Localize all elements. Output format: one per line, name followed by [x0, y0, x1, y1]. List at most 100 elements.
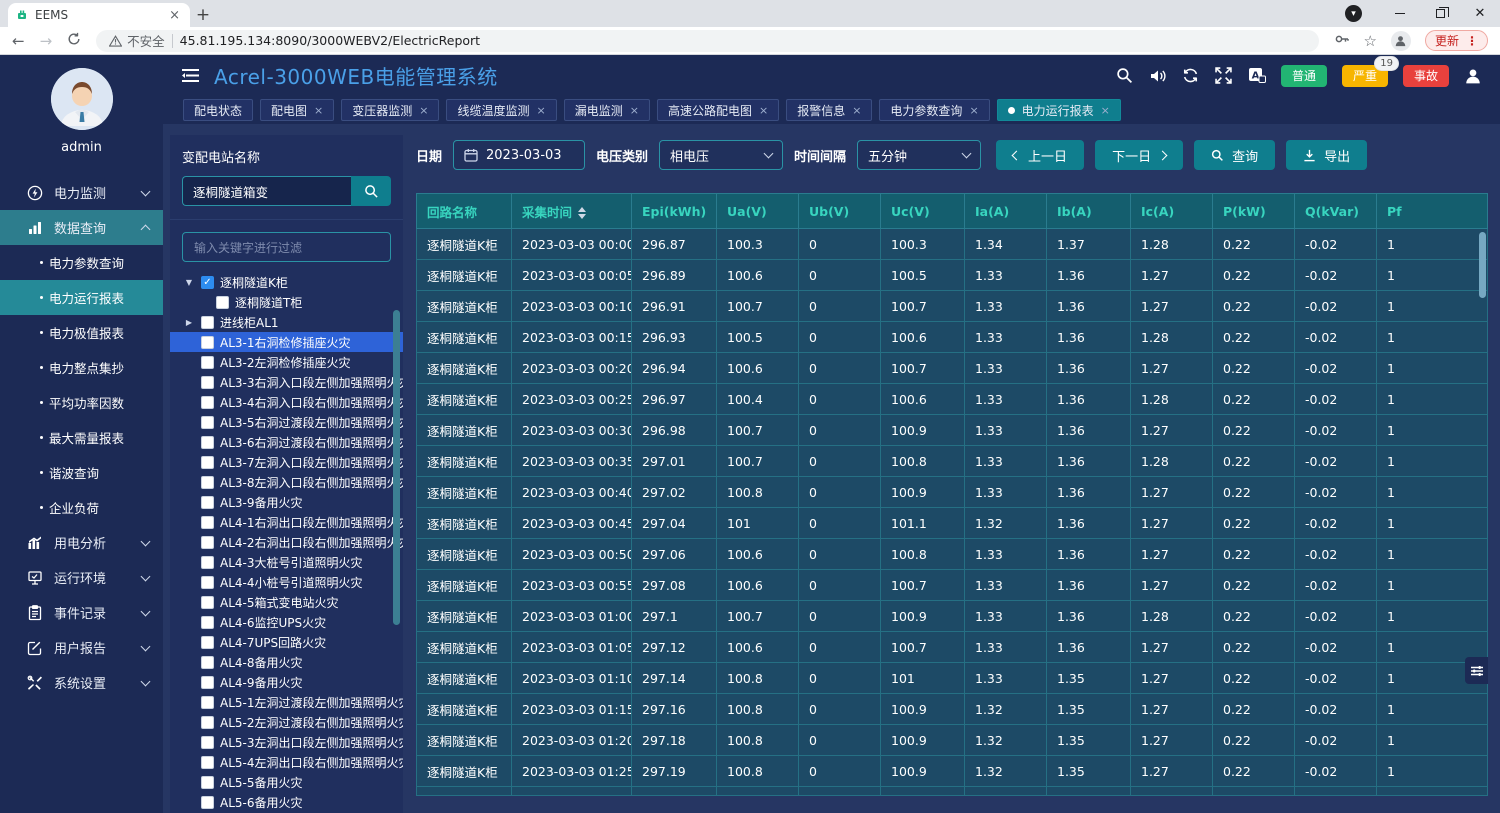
close-window-button[interactable]: ✕: [1460, 0, 1500, 27]
sidebar-subitem-电力参数查询[interactable]: 电力参数查询: [0, 245, 163, 280]
alarm-badge-severe[interactable]: 严重19: [1342, 65, 1388, 87]
tree-item[interactable]: AL3-6右洞过渡段右侧加强照明火灾: [170, 432, 403, 452]
tree-item[interactable]: AL4-7UPS回路火灾: [170, 632, 403, 652]
tree-item[interactable]: AL3-1右洞检修插座火灾: [170, 332, 403, 352]
tree-checkbox[interactable]: [201, 796, 214, 809]
alarm-badge-normal[interactable]: 普通: [1281, 65, 1327, 87]
tree-checkbox[interactable]: [201, 716, 214, 729]
tab-漏电监测[interactable]: 漏电监测×: [564, 99, 650, 121]
reload-icon[interactable]: [67, 32, 81, 50]
tab-变压器监测[interactable]: 变压器监测×: [341, 99, 439, 121]
tree-item[interactable]: AL5-6备用火灾: [170, 792, 403, 812]
tree-item[interactable]: AL3-5右洞过渡段左侧加强照明火灾: [170, 412, 403, 432]
security-warning[interactable]: 不安全: [109, 31, 165, 50]
prev-day-button[interactable]: 上一日: [996, 140, 1084, 170]
tab-配电状态[interactable]: 配电状态: [183, 99, 253, 121]
sidebar-item-用户报告[interactable]: 用户报告: [0, 630, 163, 665]
refresh-icon[interactable]: [1182, 67, 1200, 85]
sidebar-item-系统设置[interactable]: 系统设置: [0, 665, 163, 700]
tab-报警信息[interactable]: 报警信息×: [786, 99, 872, 121]
tree-checkbox[interactable]: [201, 576, 214, 589]
header-cell-Epi(kWh)[interactable]: Epi(kWh): [632, 194, 717, 229]
sidebar-subitem-电力运行报表[interactable]: 电力运行报表: [0, 280, 163, 315]
sidebar-item-事件记录[interactable]: 事件记录: [0, 595, 163, 630]
tab-close-icon[interactable]: ×: [1101, 104, 1110, 117]
tab-close-icon[interactable]: ×: [852, 104, 861, 117]
sound-icon[interactable]: [1149, 67, 1167, 85]
chrome-update-icon[interactable]: ▾: [1345, 5, 1362, 22]
tree-checkbox[interactable]: [201, 416, 214, 429]
tree-item[interactable]: AL3-7左洞入口段左侧加强照明火灾: [170, 452, 403, 472]
tree-checkbox[interactable]: [201, 456, 214, 469]
browser-tab[interactable]: EEMS ×: [8, 3, 190, 27]
export-button[interactable]: 导出: [1286, 140, 1367, 170]
header-cell-P(kW)[interactable]: P(kW): [1213, 194, 1295, 229]
table-scrollbar[interactable]: [1479, 232, 1486, 298]
tab-close-icon[interactable]: ×: [419, 104, 428, 117]
address-bar[interactable]: 不安全 45.81.195.134:8090/3000WEBV2/Electri…: [96, 30, 1318, 52]
header-cell-Uc(V)[interactable]: Uc(V): [881, 194, 965, 229]
tree-item[interactable]: AL4-1右洞出口段左侧加强照明火灾: [170, 512, 403, 532]
tree-checkbox[interactable]: [201, 656, 214, 669]
tree-filter-input[interactable]: 输入关键字进行过滤: [182, 232, 391, 262]
tree-item[interactable]: AL4-3大桩号引道照明火灾: [170, 552, 403, 572]
alarm-badge-accident[interactable]: 事故: [1403, 65, 1449, 87]
tree-checkbox[interactable]: [201, 676, 214, 689]
tree-checkbox[interactable]: [201, 756, 214, 769]
caret-right-icon[interactable]: ▶: [183, 318, 195, 327]
tree-item[interactable]: AL4-5箱式变电站火灾: [170, 592, 403, 612]
tab-电力参数查询[interactable]: 电力参数查询×: [879, 99, 989, 121]
sidebar-item-运行环境[interactable]: 运行环境: [0, 560, 163, 595]
header-cell-采集时间[interactable]: 采集时间: [512, 194, 632, 229]
date-picker[interactable]: 2023-03-03: [453, 140, 585, 170]
tree-item[interactable]: AL5-4左洞出口段右侧加强照明火灾: [170, 752, 403, 772]
forward-icon[interactable]: →: [40, 32, 53, 50]
tab-close-icon[interactable]: ×: [759, 104, 768, 117]
tree-checkbox[interactable]: [201, 316, 214, 329]
minimize-button[interactable]: [1380, 0, 1420, 27]
tree-item[interactable]: AL3-8左洞入口段右侧加强照明火灾: [170, 472, 403, 492]
table-settings-handle[interactable]: [1465, 657, 1488, 684]
sidebar-subitem-电力整点集抄[interactable]: 电力整点集抄: [0, 350, 163, 385]
tree-checkbox[interactable]: [201, 396, 214, 409]
tree-item[interactable]: AL4-2右洞出口段右侧加强照明火灾: [170, 532, 403, 552]
sidebar-item-数据查询[interactable]: 数据查询: [0, 210, 163, 245]
tree-checkbox[interactable]: [201, 376, 214, 389]
tree-item[interactable]: AL5-1左洞过渡段左侧加强照明火灾: [170, 692, 403, 712]
sidebar-item-电力监测[interactable]: 电力监测: [0, 175, 163, 210]
tab-close-icon[interactable]: ×: [630, 104, 639, 117]
tab-配电图[interactable]: 配电图×: [260, 99, 334, 121]
tree-checkbox[interactable]: [201, 696, 214, 709]
sidebar-subitem-谐波查询[interactable]: 谐波查询: [0, 455, 163, 490]
search-icon[interactable]: [1116, 67, 1134, 85]
tree-item[interactable]: AL5-2左洞过渡段右侧加强照明火灾: [170, 712, 403, 732]
tree-item[interactable]: AL4-8备用火灾: [170, 652, 403, 672]
tree-checkbox[interactable]: [201, 496, 214, 509]
tree-item[interactable]: AL4-6监控UPS火灾: [170, 612, 403, 632]
sidebar-subitem-电力极值报表[interactable]: 电力极值报表: [0, 315, 163, 350]
tab-电力运行报表[interactable]: 电力运行报表×: [997, 99, 1121, 121]
tree-item[interactable]: AL3-4右洞入口段右侧加强照明火灾: [170, 392, 403, 412]
sort-icon[interactable]: [578, 207, 586, 219]
tree-checkbox[interactable]: [201, 336, 214, 349]
tab-close-icon[interactable]: ×: [167, 8, 182, 23]
bookmark-star-icon[interactable]: ☆: [1364, 32, 1377, 50]
station-search-input[interactable]: 逐桐隧道箱变: [182, 176, 351, 206]
station-search-button[interactable]: [351, 176, 391, 206]
tree-checkbox[interactable]: [201, 776, 214, 789]
tree-checkbox[interactable]: [201, 616, 214, 629]
tree-item[interactable]: ▶进线柜AL1: [170, 312, 403, 332]
caret-down-icon[interactable]: ▼: [183, 278, 195, 287]
browser-profile-icon[interactable]: [1391, 31, 1411, 51]
user-avatar[interactable]: [51, 68, 113, 130]
header-cell-Ic(A)[interactable]: Ic(A): [1131, 194, 1213, 229]
back-icon[interactable]: ←: [12, 32, 25, 50]
sidebar-subitem-最大需量报表[interactable]: 最大需量报表: [0, 420, 163, 455]
header-cell-Ua(V)[interactable]: Ua(V): [717, 194, 799, 229]
tree-checkbox[interactable]: [201, 556, 214, 569]
header-cell-Q(kVar)[interactable]: Q(kVar): [1295, 194, 1377, 229]
tree-item[interactable]: AL4-4小桩号引道照明火灾: [170, 572, 403, 592]
hamburger-menu-icon[interactable]: [181, 68, 200, 83]
tree-scrollbar[interactable]: [393, 310, 400, 625]
header-cell-Pf[interactable]: Pf: [1377, 194, 1488, 229]
